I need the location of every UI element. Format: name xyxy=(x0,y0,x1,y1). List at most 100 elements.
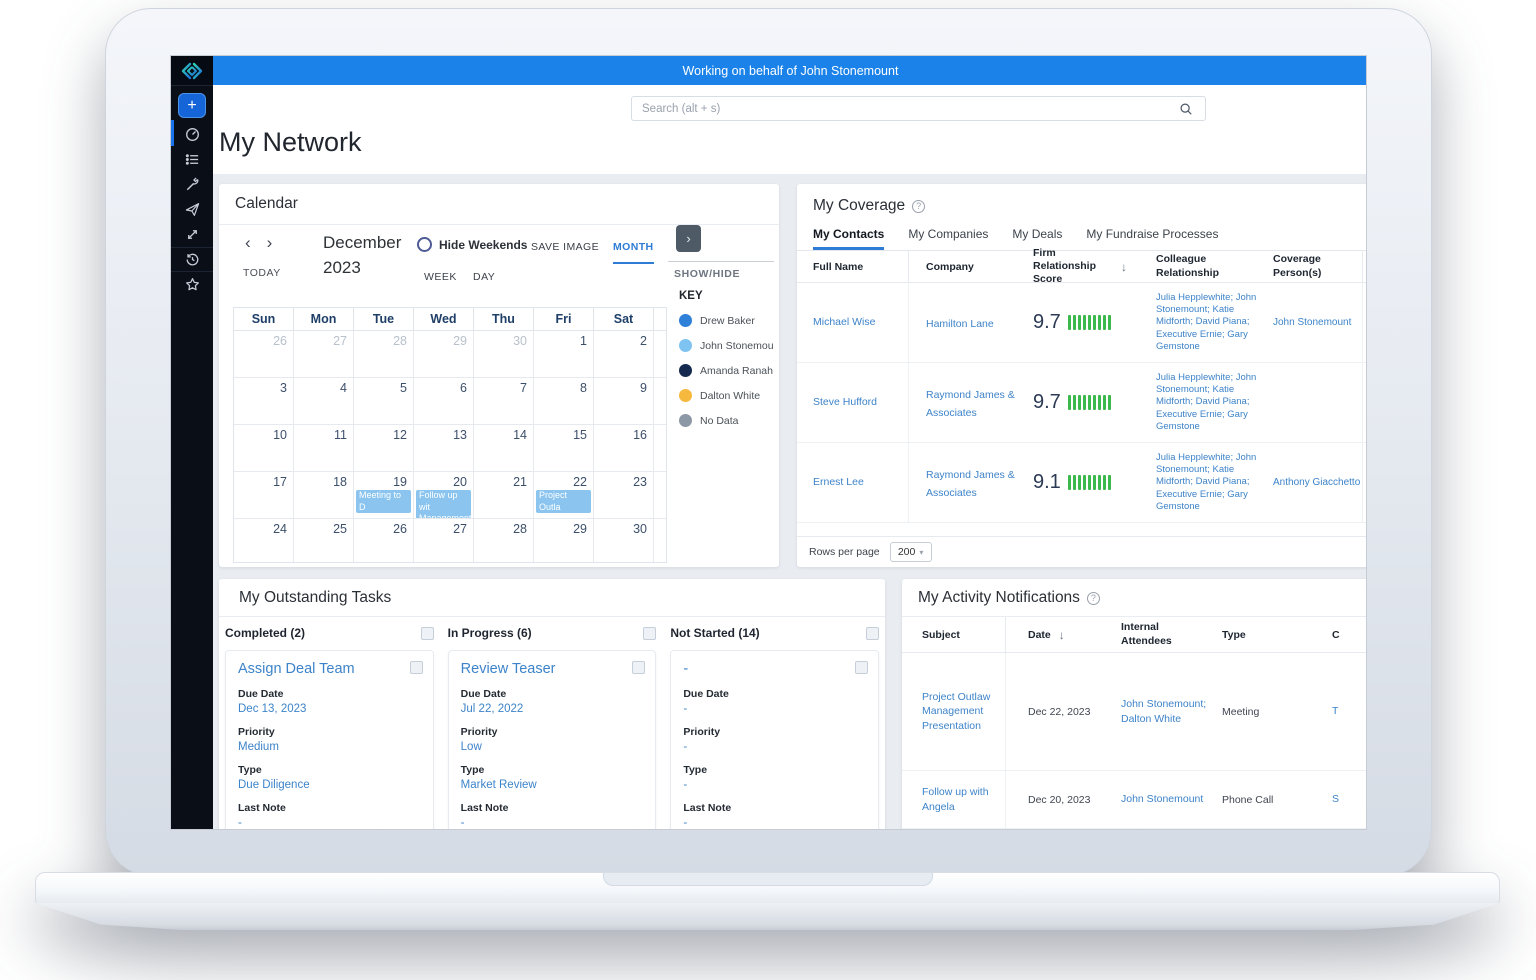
gauge-icon[interactable] xyxy=(171,122,213,147)
app-logo[interactable] xyxy=(171,56,213,86)
calendar-day-cell[interactable]: 29 xyxy=(534,519,594,562)
calendar-day-cell[interactable]: 23 xyxy=(594,472,654,519)
calendar-day-cell[interactable]: 5 xyxy=(354,378,414,425)
sort-desc-icon[interactable]: ↓ xyxy=(1059,628,1065,642)
legend-item[interactable]: Amanda Ranah xyxy=(679,364,777,377)
calendar-day-cell[interactable]: 2 xyxy=(594,331,654,378)
calendar-day-cell[interactable]: 22Project Outla xyxy=(534,472,594,519)
history-icon[interactable] xyxy=(171,247,213,272)
calendar-day-cell[interactable]: 24 xyxy=(234,519,294,562)
list-icon[interactable] xyxy=(171,147,213,172)
search-input[interactable] xyxy=(632,103,1179,115)
calendar-day-cell[interactable]: 20Follow up wit Management xyxy=(414,472,474,519)
calendar-day-cell[interactable]: 1 xyxy=(534,331,594,378)
legend-item[interactable]: Drew Baker xyxy=(679,314,777,327)
calendar-event[interactable]: Meeting to D xyxy=(356,490,411,513)
calendar-day-cell[interactable]: 6 xyxy=(414,378,474,425)
calendar-day-cell[interactable]: 12 xyxy=(354,425,414,472)
calendar-nav-arrows[interactable]: ‹› xyxy=(245,233,288,253)
col-type[interactable]: Type xyxy=(1214,629,1322,641)
checkbox[interactable] xyxy=(855,661,868,674)
checkbox[interactable] xyxy=(421,627,434,640)
add-new-button[interactable]: + xyxy=(178,93,206,118)
calendar-day-cell[interactable]: 8 xyxy=(534,378,594,425)
task-title-link[interactable]: - xyxy=(683,661,866,677)
task-title-link[interactable]: Review Teaser xyxy=(461,661,644,677)
col-internal-attendees[interactable]: Internal Attendees xyxy=(1114,621,1214,647)
coverage-person-link[interactable]: Anthony Giacchetto xyxy=(1273,477,1360,488)
attendee-links[interactable]: John Stonemount; Dalton White xyxy=(1121,698,1206,724)
rows-per-page-select[interactable]: 200▾ xyxy=(890,542,932,562)
sort-desc-icon[interactable]: ↓ xyxy=(1121,260,1127,274)
contact-link[interactable]: Ernest Lee xyxy=(813,476,864,490)
today-button[interactable]: TODAY xyxy=(243,267,281,279)
help-icon[interactable]: ? xyxy=(912,200,925,213)
tab-my-companies[interactable]: My Companies xyxy=(908,227,988,250)
calendar-day-cell[interactable]: 15 xyxy=(534,425,594,472)
calendar-day-cell[interactable]: 19Meeting to D xyxy=(354,472,414,519)
col-full-name[interactable]: Full Name xyxy=(797,251,909,282)
calendar-day-cell[interactable]: 11 xyxy=(294,425,354,472)
calendar-day-cell[interactable]: 27 xyxy=(414,519,474,562)
calendar-day-cell[interactable]: 28 xyxy=(354,331,414,378)
col-colleague-relationship[interactable]: Colleague Relationship xyxy=(1147,253,1263,279)
calendar-day-cell[interactable]: 21 xyxy=(474,472,534,519)
calendar-day-cell[interactable]: 16 xyxy=(594,425,654,472)
save-image-button[interactable]: SAVE IMAGE xyxy=(531,241,599,253)
coverage-person-link[interactable]: John Stonemount xyxy=(1273,317,1351,328)
sync-arrows-icon[interactable] xyxy=(171,222,213,247)
task-card[interactable]: -Due Date-Priority-Type-Last Note- xyxy=(670,650,879,830)
col-company[interactable]: Company xyxy=(909,261,1023,273)
view-day-button[interactable]: DAY xyxy=(473,271,495,283)
checkbox[interactable] xyxy=(643,627,656,640)
legend-item[interactable]: Dalton White xyxy=(679,389,777,402)
hide-weekends-toggle[interactable]: Hide Weekends xyxy=(417,237,527,252)
calendar-day-cell[interactable]: 7 xyxy=(474,378,534,425)
calendar-day-cell[interactable]: 9 xyxy=(594,378,654,425)
calendar-day-cell[interactable]: 13 xyxy=(414,425,474,472)
col-coverage-persons[interactable]: Coverage Person(s) xyxy=(1263,251,1363,282)
view-week-button[interactable]: WEEK xyxy=(424,271,457,283)
paper-plane-icon[interactable] xyxy=(171,197,213,222)
star-icon[interactable] xyxy=(171,272,213,297)
calendar-day-cell[interactable]: 30 xyxy=(594,519,654,562)
view-month-button[interactable]: MONTH xyxy=(613,241,654,264)
calendar-day-cell[interactable]: 14 xyxy=(474,425,534,472)
company-link[interactable]: Raymond James & Associates xyxy=(926,469,1015,499)
col-firm-relationship-score[interactable]: Firm Relationship Score ↓ xyxy=(1023,247,1147,286)
wrench-icon[interactable] xyxy=(171,172,213,197)
calendar-day-cell[interactable]: 25 xyxy=(294,519,354,562)
hide-weekends-radio[interactable] xyxy=(417,237,432,252)
attendee-links[interactable]: John Stonemount xyxy=(1121,793,1203,805)
contact-link[interactable]: Steve Hufford xyxy=(813,396,877,410)
col-contacts[interactable]: C xyxy=(1322,629,1367,641)
tab-my-contacts[interactable]: My Contacts xyxy=(813,227,884,250)
calendar-day-cell[interactable]: 27 xyxy=(294,331,354,378)
calendar-event[interactable]: Project Outla xyxy=(536,490,591,513)
task-title-link[interactable]: Assign Deal Team xyxy=(238,661,421,677)
calendar-day-cell[interactable]: 26 xyxy=(234,331,294,378)
calendar-day-cell[interactable]: 3 xyxy=(234,378,294,425)
calendar-day-cell[interactable]: 10 xyxy=(234,425,294,472)
calendar-day-cell[interactable]: 29 xyxy=(414,331,474,378)
checkbox[interactable] xyxy=(866,627,879,640)
task-card[interactable]: Assign Deal TeamDue DateDec 13, 2023Prio… xyxy=(225,650,434,830)
col-date[interactable]: Date ↓ xyxy=(1006,628,1114,642)
contact-link[interactable]: Michael Wise xyxy=(813,316,875,330)
checkbox[interactable] xyxy=(632,661,645,674)
checkbox[interactable] xyxy=(410,661,423,674)
contact-link[interactable]: T xyxy=(1332,705,1338,717)
search-icon[interactable] xyxy=(1179,102,1205,116)
calendar-day-cell[interactable]: 4 xyxy=(294,378,354,425)
calendar-day-cell[interactable]: 17 xyxy=(234,472,294,519)
subject-link[interactable]: Follow up with Angela xyxy=(922,785,1005,813)
contact-link[interactable]: S xyxy=(1332,793,1339,805)
calendar-event[interactable]: Follow up wit Management xyxy=(416,490,471,519)
legend-item[interactable]: No Data xyxy=(679,414,777,427)
legend-item[interactable]: John Stonemou xyxy=(679,339,777,352)
colleague-links[interactable]: Julia Hepplewhite; John Stonemount; Kati… xyxy=(1156,452,1263,514)
subject-link[interactable]: Project Outlaw Management Presentation xyxy=(922,690,1005,733)
task-card[interactable]: Review TeaserDue DateJul 22, 2022Priorit… xyxy=(448,650,657,830)
help-icon[interactable]: ? xyxy=(1087,592,1100,605)
company-link[interactable]: Hamilton Lane xyxy=(926,318,994,330)
